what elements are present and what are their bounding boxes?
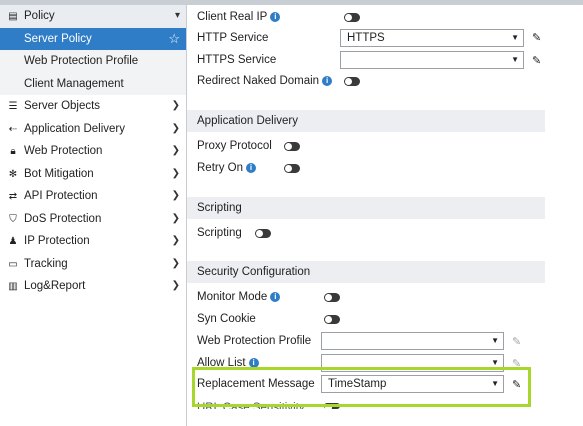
sidebar-item-web-protection-profile[interactable]: Web Protection Profile <box>0 50 186 73</box>
sidebar-item-label: Bot Mitigation <box>24 167 94 180</box>
chevron-right-icon: ❯ <box>171 167 180 179</box>
sidebar-item-label: Web Protection Profile <box>24 55 139 67</box>
chevron-right-icon: ❯ <box>171 100 180 111</box>
chevron-right-icon: ❯ <box>171 280 180 291</box>
chevron-right-icon: ❯ <box>171 145 180 156</box>
sidebar-item-policy[interactable]: ▤ Policy ▾ <box>0 5 186 28</box>
sidebar-item-label: Tracking <box>24 257 68 270</box>
http-service-select[interactable]: HTTPS ▼ <box>340 29 524 47</box>
sidebar-item-application-delivery[interactable]: ⇠ Application Delivery ❯ <box>0 118 186 141</box>
client-real-ip-toggle[interactable] <box>344 13 360 22</box>
sidebar-item-label: Web Protection <box>24 145 103 157</box>
api-icon: ⇄ <box>8 191 18 202</box>
web-protection-profile-row: Web Protection Profile <box>197 331 311 351</box>
sidebar-item-label: Server Policy <box>24 32 92 45</box>
info-icon[interactable]: i <box>270 292 281 302</box>
section-application-delivery: Application Delivery <box>187 110 545 132</box>
shield-icon: ⛉ <box>9 213 17 225</box>
chevron-right-icon: ❯ <box>171 235 180 246</box>
http-service-value: HTTPS <box>347 32 385 44</box>
sidebar-item-label: DoS Protection <box>24 212 102 225</box>
sidebar-item-label: Server Objects <box>24 100 101 112</box>
sidebar: ▤ Policy ▾ Server Policy ☆ Web Protection… <box>0 5 186 426</box>
section-title: Application Delivery <box>197 115 298 127</box>
info-icon[interactable]: i <box>322 76 333 86</box>
chevron-right-icon: ❯ <box>171 257 180 269</box>
edit-pencil-icon[interactable]: ✎ <box>532 31 541 44</box>
retry-on-toggle[interactable] <box>284 164 300 173</box>
syn-cookie-label: Syn Cookie <box>197 313 256 325</box>
caret-down-icon: ▼ <box>491 336 499 345</box>
bot-icon: ✻ <box>8 168 18 180</box>
http-service-label: HTTP Service <box>197 32 269 44</box>
sidebar-item-label: API Protection <box>24 190 98 202</box>
redirect-naked-domain-row: Redirect Naked Domain i <box>197 71 333 91</box>
chevron-down-icon: ▾ <box>174 10 180 21</box>
lock-icon: 🔒︎ <box>10 146 16 157</box>
chevron-right-icon: ❯ <box>171 212 180 224</box>
proxy-protocol-row: Proxy Protocol <box>197 136 272 156</box>
https-service-label: HTTPS Service <box>197 54 277 66</box>
scripting-row: Scripting <box>197 223 242 243</box>
scripting-label: Scripting <box>197 227 242 239</box>
web-protection-profile-select[interactable]: ▼ <box>321 332 504 350</box>
syn-cookie-toggle[interactable] <box>324 315 340 324</box>
section-title: Security Configuration <box>197 266 311 278</box>
sidebar-item-bot-mitigation[interactable]: ✻ Bot Mitigation ❯ <box>0 163 186 186</box>
proxy-protocol-label: Proxy Protocol <box>197 140 272 152</box>
proxy-protocol-toggle[interactable] <box>284 142 300 151</box>
star-icon[interactable]: ☆ <box>168 28 180 51</box>
retry-on-row: Retry On i <box>197 158 257 178</box>
info-icon[interactable]: i <box>270 12 281 22</box>
chevron-right-icon: ❯ <box>171 122 180 134</box>
policy-form: Client Real IP i HTTP Service HTTPS ▼ ✎ HT… <box>187 5 583 426</box>
section-title: Scripting <box>197 202 242 214</box>
sidebar-item-label: Log&Report <box>24 280 86 292</box>
sidebar-item-server-policy[interactable]: Server Policy ☆ <box>0 27 186 51</box>
client-real-ip-row: Client Real IP i <box>197 7 281 27</box>
redirect-naked-domain-toggle[interactable] <box>344 77 360 86</box>
monitor-mode-label: Monitor Mode <box>197 291 268 303</box>
client-real-ip-label: Client Real IP <box>197 11 268 23</box>
redirect-naked-domain-label: Redirect Naked Domain <box>197 75 320 87</box>
sidebar-item-label: IP Protection <box>24 235 90 247</box>
document-icon: ▤ <box>8 11 18 22</box>
delivery-icon: ⇠ <box>8 123 18 135</box>
https-service-row: HTTPS Service <box>197 50 276 70</box>
web-protection-profile-label: Web Protection Profile <box>197 335 312 347</box>
edit-pencil-icon[interactable]: ✎ <box>532 54 541 67</box>
syn-cookie-row: Syn Cookie <box>197 309 256 329</box>
caret-down-icon: ▼ <box>511 33 519 42</box>
chevron-right-icon: ❯ <box>171 190 180 201</box>
sidebar-item-tracking[interactable]: ▭ Tracking ❯ <box>0 253 186 276</box>
sidebar-item-server-objects[interactable]: ☰ Server Objects ❯ <box>0 95 186 118</box>
http-service-row: HTTP Service <box>197 28 268 48</box>
sidebar-item-client-management[interactable]: Client Management <box>0 72 186 95</box>
highlight-box <box>192 367 531 407</box>
sidebar-item-dos-protection[interactable]: ⛉ DoS Protection ❯ <box>0 208 186 231</box>
info-icon[interactable]: i <box>246 163 257 173</box>
caret-down-icon: ▼ <box>511 55 519 64</box>
tracking-icon: ▭ <box>8 258 18 270</box>
sidebar-item-web-protection[interactable]: 🔒︎ Web Protection ❯ <box>0 140 186 163</box>
chart-icon: ▥ <box>8 281 18 292</box>
monitor-mode-row: Monitor Mode i <box>197 287 281 307</box>
ip-icon: ♟ <box>8 236 18 247</box>
retry-on-label: Retry On <box>197 162 244 174</box>
sidebar-item-ip-protection[interactable]: ♟ IP Protection ❯ <box>0 230 186 253</box>
https-service-select[interactable]: ▼ <box>340 51 524 69</box>
scripting-toggle[interactable] <box>255 229 271 238</box>
sidebar-item-label: Policy <box>24 10 55 22</box>
section-security-configuration: Security Configuration <box>187 261 545 283</box>
sidebar-item-label: Client Management <box>24 77 124 90</box>
sidebar-item-log-report[interactable]: ▥ Log&Report ❯ <box>0 275 186 298</box>
section-scripting: Scripting <box>187 197 545 219</box>
list-icon: ☰ <box>8 101 18 112</box>
sidebar-item-api-protection[interactable]: ⇄ API Protection ❯ <box>0 185 186 208</box>
edit-pencil-icon[interactable]: ✎ <box>512 335 521 348</box>
sidebar-item-label: Application Delivery <box>24 122 125 135</box>
monitor-mode-toggle[interactable] <box>324 293 340 302</box>
